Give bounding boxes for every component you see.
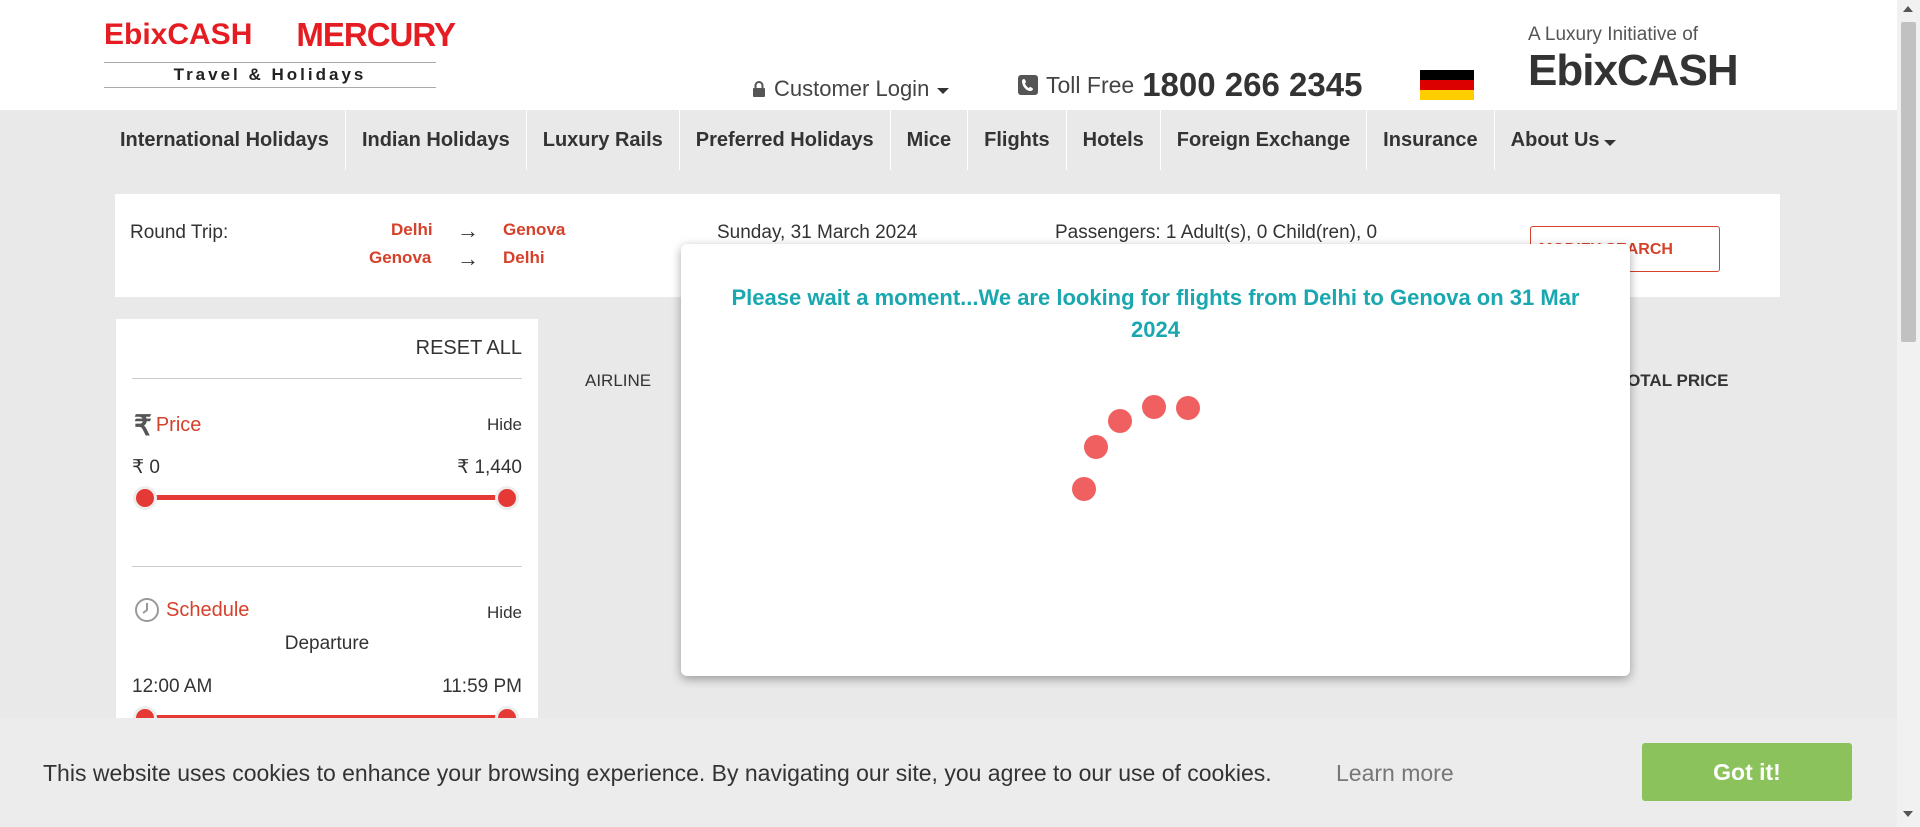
arrow-right-icon: →	[457, 246, 479, 271]
price-max: ₹ 1,440	[457, 457, 522, 478]
nav-about-us[interactable]: About Us	[1495, 110, 1632, 170]
lock-icon	[753, 81, 765, 97]
price-title-label: Price	[155, 414, 202, 436]
arrow-right-icon: →	[457, 218, 479, 243]
spinner-dot	[1084, 435, 1108, 459]
mercury-logo: MERCURY	[296, 16, 456, 53]
nav-about-us-label: About Us	[1510, 129, 1600, 151]
reset-all-button[interactable]: RESET ALL	[416, 337, 522, 360]
leg1-destination: Genova	[503, 220, 566, 239]
nav-mice[interactable]: Mice	[891, 110, 969, 170]
passengers: Passengers: 1 Adult(s), 0 Child(ren), 0	[1055, 222, 1378, 243]
cookie-banner: This website uses cookies to enhance you…	[0, 718, 1897, 827]
leg2-origin: Genova	[369, 248, 432, 267]
germany-flag-icon[interactable]	[1420, 70, 1474, 100]
nav-flights[interactable]: Flights	[968, 110, 1067, 170]
schedule-filter-title: Schedule	[134, 597, 249, 623]
schedule-title-label: Schedule	[166, 598, 250, 621]
schedule-min: 12:00 AM	[132, 676, 213, 697]
main-nav: International Holidays Indian Holidays L…	[0, 110, 1897, 170]
cookie-message: This website uses cookies to enhance you…	[43, 760, 1272, 786]
price-slider-max-handle[interactable]	[495, 486, 519, 510]
ebixcash-luxury-logo: EbixCASH	[1528, 46, 1739, 95]
departure-label: Departure	[284, 633, 370, 654]
brand-tagline: Travel & Holidays	[104, 62, 436, 88]
price-min: ₹ 0	[132, 457, 160, 478]
spinner-dot	[1108, 409, 1132, 433]
divider	[132, 378, 522, 379]
trip-type: Round Trip:	[130, 222, 229, 243]
nav-foreign-exchange[interactable]: Foreign Exchange	[1161, 110, 1368, 170]
scroll-up-icon[interactable]	[1903, 6, 1913, 12]
toll-free-label: Toll Free	[1046, 71, 1135, 98]
nav-international-holidays[interactable]: International Holidays	[104, 110, 346, 170]
price-hide-toggle[interactable]: Hide	[487, 415, 522, 435]
toll-free-number[interactable]: 1800 266 2345	[1142, 66, 1362, 104]
phone-icon	[1018, 75, 1038, 95]
toll-free: Toll Free 1800 266 2345	[1018, 66, 1362, 104]
cookie-accept-button[interactable]: Got it!	[1642, 743, 1852, 801]
scroll-down-icon[interactable]	[1903, 811, 1913, 817]
schedule-hide-toggle[interactable]: Hide	[487, 603, 522, 623]
nav-indian-holidays[interactable]: Indian Holidays	[346, 110, 527, 170]
site-header: EbixCASH MERCURY Travel & Holidays Custo…	[0, 0, 1897, 110]
leg1-origin: Delhi	[391, 220, 433, 239]
luxury-initiative-text: A Luxury Initiative of	[1528, 24, 1699, 45]
spinner-dot	[1142, 395, 1166, 419]
chevron-down-icon	[1603, 140, 1616, 146]
customer-login-label: Customer Login	[774, 76, 930, 101]
spinner-dot	[1176, 396, 1200, 420]
column-total-price[interactable]: TOTAL PRICE	[1617, 371, 1728, 391]
schedule-max: 11:59 PM	[442, 676, 522, 697]
rupee-icon: ₹	[134, 410, 152, 441]
spinner-dot	[1072, 477, 1096, 501]
nav-luxury-rails[interactable]: Luxury Rails	[527, 110, 680, 170]
learn-more-link[interactable]: Learn more	[1336, 760, 1454, 787]
luxury-initiative[interactable]: A Luxury Initiative of EbixCASH	[1528, 24, 1739, 96]
price-filter-title: ₹ Price	[134, 409, 201, 442]
clock-icon	[135, 598, 159, 622]
chevron-down-icon	[937, 87, 950, 94]
loading-modal: Please wait a moment...We are looking fo…	[681, 244, 1630, 676]
leg2-destination: Delhi	[503, 248, 545, 267]
loading-message: Please wait a moment...We are looking fo…	[731, 285, 1580, 342]
price-slider-track[interactable]	[146, 495, 508, 500]
scrollbar-thumb[interactable]	[1901, 22, 1916, 342]
column-airline[interactable]: AIRLINE	[585, 371, 651, 391]
price-slider-min-handle[interactable]	[133, 486, 157, 510]
customer-login-dropdown[interactable]: Customer Login	[752, 76, 950, 102]
travel-date: Sunday, 31 March 2024	[717, 222, 918, 243]
nav-preferred-holidays[interactable]: Preferred Holidays	[680, 110, 891, 170]
nav-hotels[interactable]: Hotels	[1067, 110, 1161, 170]
divider	[132, 566, 522, 567]
ebixcash-logo: EbixCASH	[104, 18, 253, 51]
nav-insurance[interactable]: Insurance	[1367, 110, 1495, 170]
brand-logo[interactable]: EbixCASH MERCURY Travel & Holidays	[104, 10, 456, 88]
page-scrollbar[interactable]	[1897, 0, 1920, 827]
